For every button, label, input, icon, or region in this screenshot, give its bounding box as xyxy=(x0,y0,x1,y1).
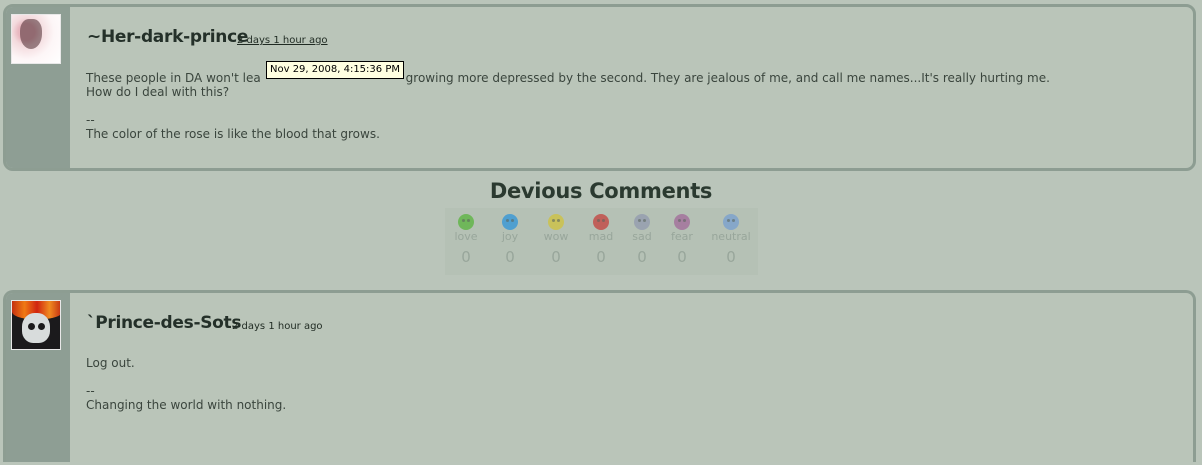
wow-icon xyxy=(548,214,564,230)
avatar[interactable] xyxy=(11,14,61,64)
avatar[interactable] xyxy=(11,300,61,350)
mood-count: 0 xyxy=(637,248,647,266)
comment-username[interactable]: `Prince-des-Sots xyxy=(87,313,241,333)
mood-mad[interactable]: mad 0 xyxy=(587,208,615,266)
mood-joy[interactable]: joy 0 xyxy=(498,208,522,266)
timestamp-tooltip: Nov 29, 2008, 4:15:36 PM xyxy=(266,61,404,79)
mood-count: 0 xyxy=(677,248,687,266)
comment-timestamp[interactable]: 2 days 1 hour ago xyxy=(237,35,328,46)
mood-love[interactable]: love 0 xyxy=(452,208,480,266)
mood-fear[interactable]: fear 0 xyxy=(668,208,696,266)
avatar-column xyxy=(6,7,70,168)
comment-timestamp[interactable]: 2 days 1 hour ago xyxy=(232,321,323,332)
mood-wow[interactable]: wow 0 xyxy=(540,208,572,266)
love-icon xyxy=(458,214,474,230)
mood-count: 0 xyxy=(505,248,515,266)
mood-count: 0 xyxy=(726,248,736,266)
mood-neutral[interactable]: neutral 0 xyxy=(710,208,752,266)
comment-1: ~Her-dark-prince 2 days 1 hour ago These… xyxy=(3,4,1196,171)
sad-icon xyxy=(634,214,650,230)
joy-icon xyxy=(502,214,518,230)
mood-count: 0 xyxy=(551,248,561,266)
comment-username[interactable]: ~Her-dark-prince xyxy=(87,27,248,47)
mood-sad[interactable]: sad 0 xyxy=(630,208,654,266)
section-title: Devious Comments xyxy=(489,179,713,203)
mood-count: 0 xyxy=(596,248,606,266)
mad-icon xyxy=(593,214,609,230)
mood-count: 0 xyxy=(461,248,471,266)
comment-body: Log out. -- Changing the world with noth… xyxy=(86,356,287,412)
comment-2: `Prince-des-Sots 2 days 1 hour ago Log o… xyxy=(3,290,1196,462)
mood-panel: love 0 joy 0 wow 0 mad 0 sad 0 fear 0 ne… xyxy=(445,208,758,275)
fear-icon xyxy=(674,214,690,230)
comment-body: These people in DA won't lea growing mor… xyxy=(86,71,1050,141)
avatar-column xyxy=(6,293,70,462)
neutral-icon xyxy=(723,214,739,230)
